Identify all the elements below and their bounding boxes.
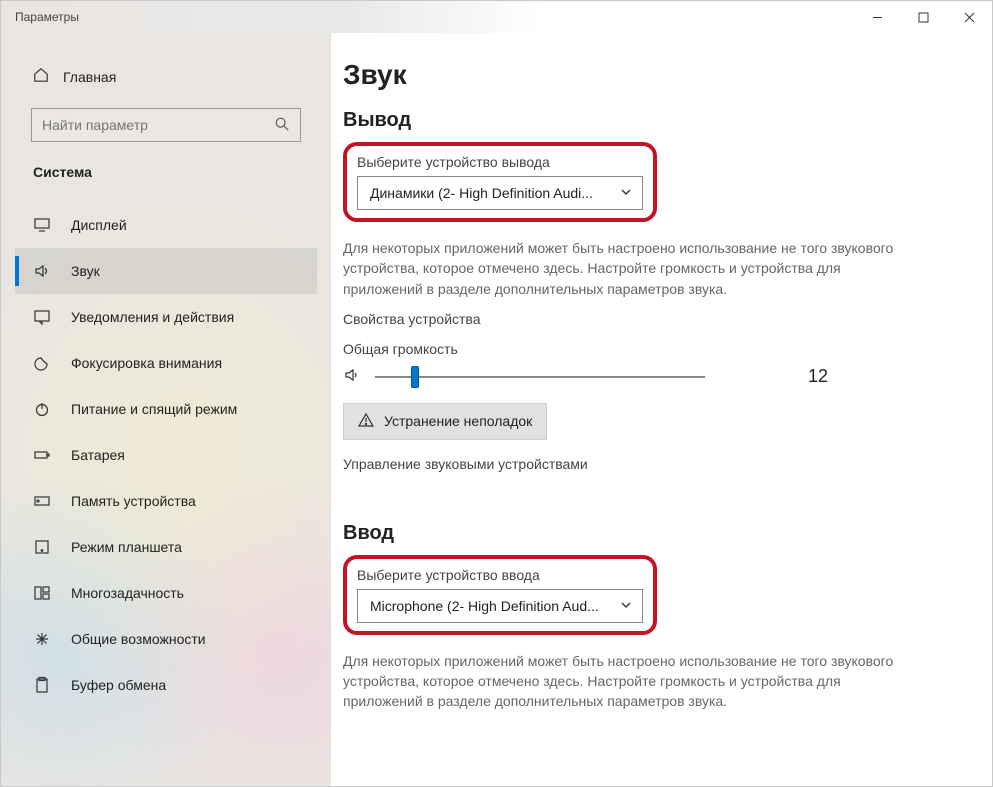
device-properties-link[interactable]: Свойства устройства	[343, 311, 948, 327]
sidebar-home-label: Главная	[63, 69, 116, 85]
home-icon	[33, 67, 49, 86]
output-help-text: Для некоторых приложений может быть наст…	[343, 238, 903, 299]
sidebar-item-label: Питание и спящий режим	[71, 401, 237, 417]
input-help-text: Для некоторых приложений может быть наст…	[343, 651, 903, 712]
search-icon	[274, 116, 290, 135]
sidebar-item-tablet[interactable]: Режим планшета	[15, 524, 317, 570]
sound-icon	[33, 262, 51, 280]
tablet-icon	[33, 538, 51, 556]
notifications-icon	[33, 308, 51, 326]
warning-icon	[358, 412, 374, 431]
sidebar-item-storage[interactable]: Память устройства	[15, 478, 317, 524]
sidebar: Главная Система Дисплей Звук Уведомления…	[1, 33, 331, 786]
focus-icon	[33, 354, 51, 372]
sidebar-item-label: Память устройства	[71, 493, 196, 509]
page-title: Звук	[343, 59, 948, 91]
sidebar-item-label: Уведомления и действия	[71, 309, 234, 325]
input-device-selected: Microphone (2- High Definition Aud...	[370, 598, 599, 614]
sidebar-item-label: Буфер обмена	[71, 677, 166, 693]
volume-value: 12	[808, 366, 948, 387]
output-device-selected: Динамики (2- High Definition Audi...	[370, 185, 593, 201]
sidebar-item-multitask[interactable]: Многозадачность	[15, 570, 317, 616]
output-device-dropdown[interactable]: Динамики (2- High Definition Audi...	[357, 176, 643, 210]
sidebar-item-power[interactable]: Питание и спящий режим	[15, 386, 317, 432]
sidebar-item-battery[interactable]: Батарея	[15, 432, 317, 478]
chevron-down-icon	[620, 598, 632, 614]
output-highlight: Выберите устройство вывода Динамики (2- …	[343, 142, 657, 222]
power-icon	[33, 400, 51, 418]
search-input[interactable]	[42, 117, 274, 133]
battery-icon	[33, 446, 51, 464]
sidebar-item-label: Батарея	[71, 447, 125, 463]
sidebar-item-label: Звук	[71, 263, 100, 279]
storage-icon	[33, 492, 51, 510]
volume-icon	[343, 366, 361, 387]
clipboard-icon	[33, 676, 51, 694]
sidebar-item-label: Многозадачность	[71, 585, 184, 601]
input-section-title: Ввод	[343, 522, 948, 545]
output-choose-label: Выберите устройство вывода	[357, 154, 643, 170]
window-titlebar: Параметры	[1, 1, 992, 33]
output-section-title: Вывод	[343, 109, 948, 132]
troubleshoot-label: Устранение неполадок	[384, 413, 532, 429]
input-choose-label: Выберите устройство ввода	[357, 567, 643, 583]
sidebar-item-label: Общие возможности	[71, 631, 206, 647]
manage-devices-link[interactable]: Управление звуковыми устройствами	[343, 456, 948, 472]
sidebar-item-display[interactable]: Дисплей	[15, 202, 317, 248]
shared-icon	[33, 630, 51, 648]
sidebar-item-label: Дисплей	[71, 217, 127, 233]
sidebar-item-label: Режим планшета	[71, 539, 182, 555]
sidebar-item-label: Фокусировка внимания	[71, 355, 222, 371]
multitask-icon	[33, 584, 51, 602]
sidebar-item-shared[interactable]: Общие возможности	[15, 616, 317, 662]
content-area: Звук Вывод Выберите устройство вывода Ди…	[331, 33, 992, 786]
minimize-button[interactable]	[854, 1, 900, 33]
sidebar-nav: Дисплей Звук Уведомления и действия Фоку…	[15, 202, 317, 708]
sidebar-category: Система	[15, 164, 317, 190]
input-device-dropdown[interactable]: Microphone (2- High Definition Aud...	[357, 589, 643, 623]
sidebar-home[interactable]: Главная	[15, 61, 317, 100]
sidebar-item-clipboard[interactable]: Буфер обмена	[15, 662, 317, 708]
display-icon	[33, 216, 51, 234]
troubleshoot-button[interactable]: Устранение неполадок	[343, 403, 547, 440]
close-button[interactable]	[946, 1, 992, 33]
volume-slider[interactable]	[375, 365, 705, 389]
window-buttons	[854, 1, 992, 33]
sidebar-item-sound[interactable]: Звук	[15, 248, 317, 294]
input-highlight: Выберите устройство ввода Microphone (2-…	[343, 555, 657, 635]
search-box[interactable]	[31, 108, 301, 142]
sidebar-item-notifications[interactable]: Уведомления и действия	[15, 294, 317, 340]
window-title: Параметры	[15, 10, 79, 24]
master-volume-label: Общая громкость	[343, 341, 948, 357]
sidebar-item-focus[interactable]: Фокусировка внимания	[15, 340, 317, 386]
chevron-down-icon	[620, 185, 632, 201]
maximize-button[interactable]	[900, 1, 946, 33]
